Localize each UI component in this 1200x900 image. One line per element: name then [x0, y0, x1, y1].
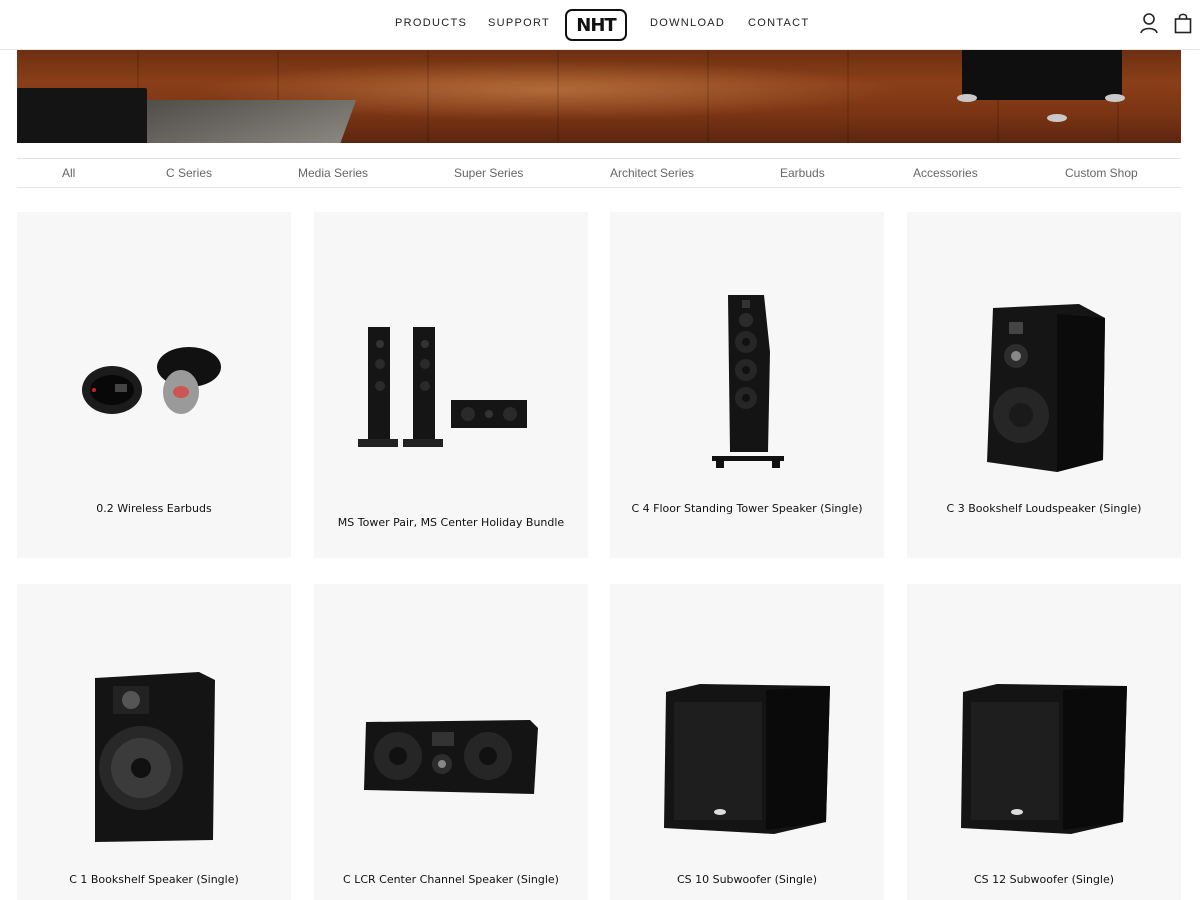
nav-support[interactable]: SUPPORT — [488, 17, 550, 29]
filter-accessories[interactable]: Accessories — [913, 166, 978, 180]
filter-custom-shop[interactable]: Custom Shop — [1065, 166, 1138, 180]
filter-super-series[interactable]: Super Series — [454, 166, 523, 180]
product-name: C 1 Bookshelf Speaker (Single) — [69, 873, 239, 886]
filter-media-series[interactable]: Media Series — [298, 166, 368, 180]
logo[interactable]: NHT — [565, 9, 627, 41]
product-name: CS 10 Subwoofer (Single) — [676, 873, 818, 886]
c4-tower-image — [712, 295, 784, 468]
filter-all[interactable]: All — [62, 166, 75, 180]
nav-contact[interactable]: CONTACT — [748, 17, 809, 29]
earbuds-image — [82, 347, 221, 414]
nav-products[interactable]: PRODUCTS — [395, 17, 467, 29]
product-card[interactable]: C 1 Bookshelf Speaker (Single) — [17, 584, 291, 900]
product-card[interactable]: C 3 Bookshelf Loudspeaker (Single) — [907, 212, 1181, 558]
product-name: C 3 Bookshelf Loudspeaker (Single) — [946, 502, 1142, 515]
c1-bookshelf-image — [95, 672, 215, 842]
filter-architect-series[interactable]: Architect Series — [610, 166, 694, 180]
product-name: MS Tower Pair, MS Center Holiday Bundle — [337, 516, 565, 529]
product-name: C LCR Center Channel Speaker (Single) — [343, 873, 559, 886]
product-card[interactable]: 0.2 Wireless Earbuds — [17, 212, 291, 558]
product-name: CS 12 Subwoofer (Single) — [973, 873, 1115, 886]
cs10-subwoofer-image — [664, 684, 830, 834]
product-card[interactable]: CS 12 Subwoofer (Single) — [907, 584, 1181, 900]
product-name: 0.2 Wireless Earbuds — [96, 502, 212, 515]
c3-bookshelf-image — [987, 304, 1105, 472]
cart-icon[interactable] — [1173, 12, 1193, 34]
cs12-subwoofer-image — [961, 684, 1127, 834]
tower-bundle-image — [358, 327, 527, 447]
category-filter-bar: All C Series Media Series Super Series A… — [17, 158, 1181, 188]
product-card[interactable]: C LCR Center Channel Speaker (Single) — [314, 584, 588, 900]
logo-text: NHT — [576, 14, 616, 36]
product-card[interactable]: CS 10 Subwoofer (Single) — [610, 584, 884, 900]
filter-c-series[interactable]: C Series — [166, 166, 212, 180]
hero-banner-image — [17, 50, 1181, 143]
filter-earbuds[interactable]: Earbuds — [780, 166, 825, 180]
clcr-center-image — [364, 720, 538, 794]
nav-download[interactable]: DOWNLOAD — [650, 17, 725, 29]
product-card[interactable]: C 4 Floor Standing Tower Speaker (Single… — [610, 212, 884, 558]
product-name: C 4 Floor Standing Tower Speaker (Single… — [631, 502, 863, 515]
site-header: PRODUCTS SUPPORT NHT DOWNLOAD CONTACT — [0, 0, 1200, 50]
product-card[interactable]: MS Tower Pair, MS Center Holiday Bundle — [314, 212, 588, 558]
account-icon[interactable] — [1139, 12, 1159, 34]
